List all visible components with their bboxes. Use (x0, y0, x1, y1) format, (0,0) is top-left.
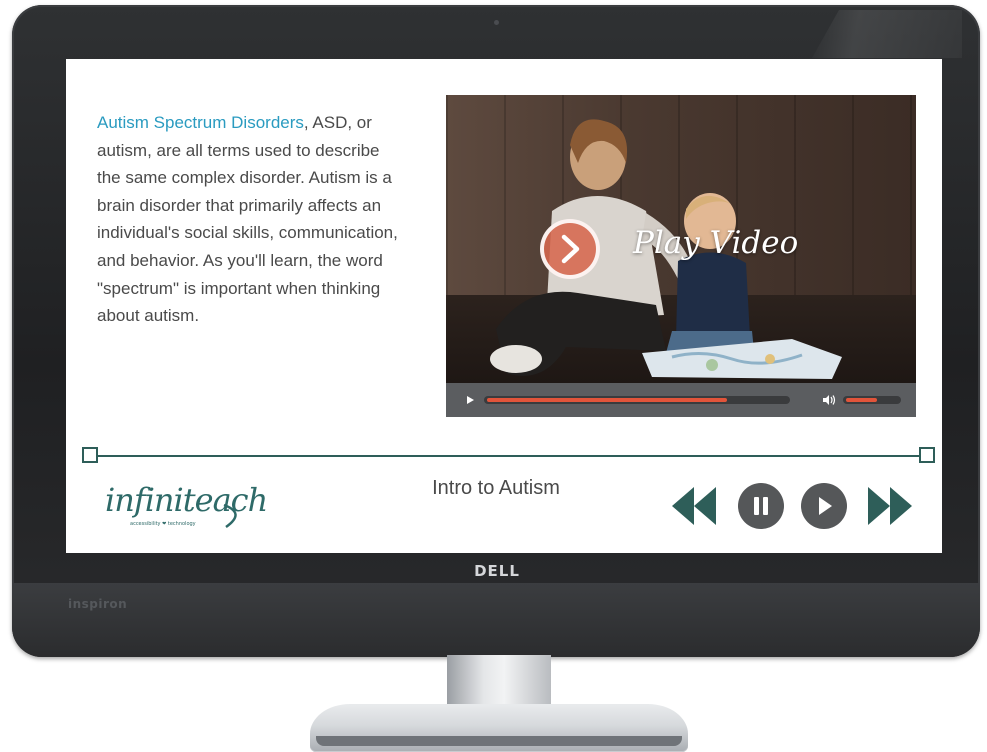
video-play-button[interactable] (540, 219, 600, 279)
video-thumbnail-child (666, 193, 754, 353)
video-seek-bar[interactable] (484, 396, 790, 404)
timeline-start-handle[interactable] (82, 447, 98, 463)
timeline-end-handle[interactable] (919, 447, 935, 463)
play-icon[interactable] (465, 395, 475, 405)
monitor-model-label: inspiron (68, 597, 128, 611)
monitor-brand-logo: DELL (474, 562, 520, 580)
fast-forward-icon (868, 487, 912, 525)
volume-icon[interactable] (822, 394, 836, 406)
autism-spectrum-link[interactable]: Autism Spectrum Disorders (97, 113, 304, 132)
screen: Autism Spectrum Disorders, ASD, or autis… (66, 59, 942, 553)
video-seek-progress (487, 398, 727, 402)
course-title: Intro to Autism (432, 477, 560, 499)
logo-swoosh (223, 503, 237, 529)
video-frame[interactable]: Play Video (446, 95, 916, 383)
logo-tagline: accessibility ❤ technology (130, 521, 196, 527)
lesson-timeline[interactable] (98, 455, 919, 457)
lesson-paragraph-text: , ASD, or autism, are all terms used to … (97, 113, 398, 326)
volume-slider[interactable] (843, 396, 901, 404)
play-button[interactable] (801, 483, 847, 529)
video-thumbnail-map (642, 339, 842, 379)
video-controls-bar (446, 383, 916, 417)
chevron-right-icon (561, 234, 580, 264)
lesson-paragraph: Autism Spectrum Disorders, ASD, or autis… (97, 109, 407, 330)
video-player[interactable]: Play Video (446, 95, 916, 417)
fast-forward-button[interactable] (866, 483, 912, 529)
webcam-icon (494, 20, 499, 25)
play-video-label[interactable]: Play Video (633, 225, 833, 261)
monitor-stand-base-edge (316, 736, 682, 746)
rewind-icon (672, 487, 716, 525)
monitor-chin (12, 583, 980, 657)
infiniteach-logo: infiniteach accessibility ❤ technology (96, 475, 268, 539)
volume-level (846, 398, 877, 402)
pause-button[interactable] (738, 483, 784, 529)
rewind-button[interactable] (672, 483, 718, 529)
